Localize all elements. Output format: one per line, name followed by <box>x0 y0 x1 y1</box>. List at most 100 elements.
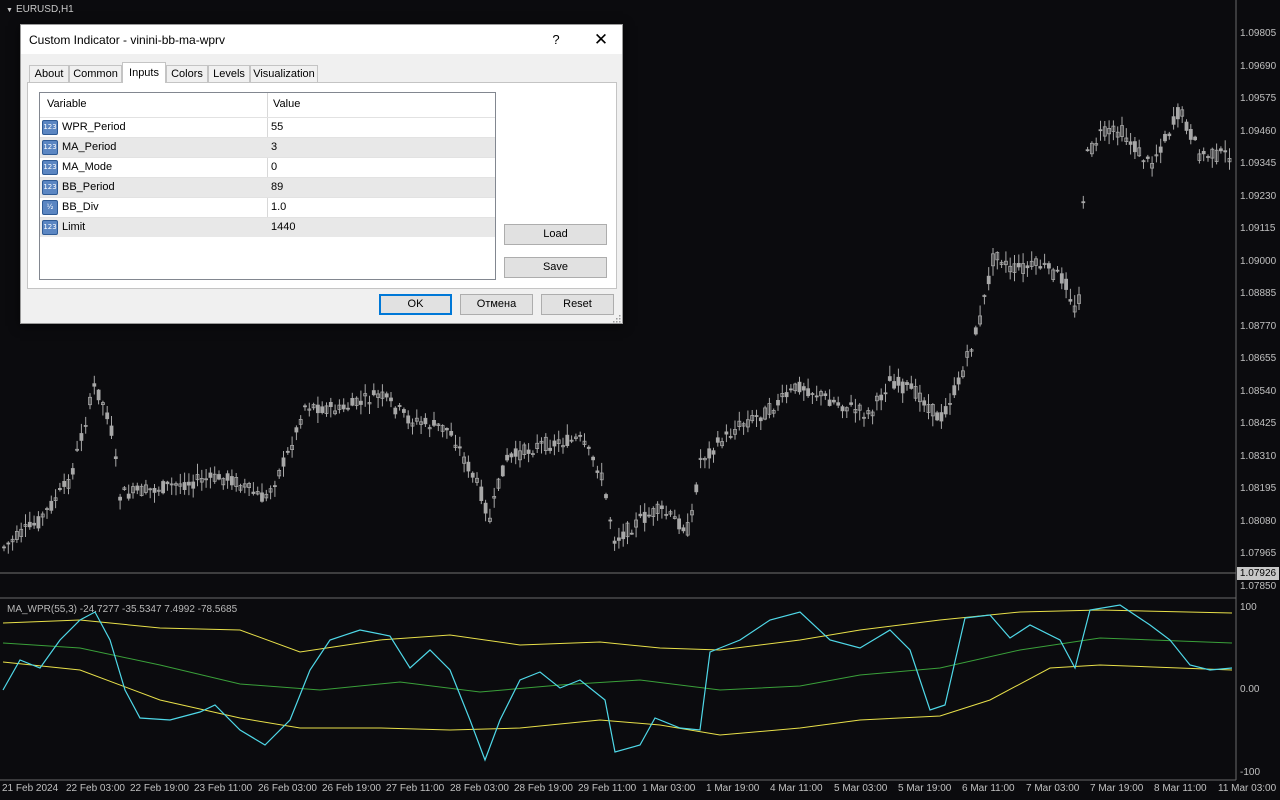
parameters-table: Variable Value 123 WPR_Period 55 123 MA_… <box>39 92 496 280</box>
candle-body <box>952 385 957 396</box>
param-row-bb-div[interactable]: ½ BB_Div 1.0 <box>40 197 495 217</box>
tab-common[interactable]: Common <box>69 65 122 82</box>
candle-body <box>285 450 290 453</box>
dialog-titlebar[interactable]: Custom Indicator - vinini-bb-ma-wprv ? ✕ <box>21 25 622 54</box>
candle-body <box>457 446 462 449</box>
candle-body <box>346 407 350 410</box>
column-header-variable[interactable]: Variable <box>47 93 87 115</box>
candle-body <box>707 448 712 459</box>
param-value[interactable]: 1440 <box>271 218 295 237</box>
candle-body <box>96 389 101 401</box>
candle-body <box>105 412 110 420</box>
param-value[interactable]: 1.0 <box>271 198 286 217</box>
time-tick-label: 21 Feb 2024 <box>2 783 59 794</box>
price-tick-label: 1.09460 <box>1240 125 1277 137</box>
param-row-bb-period[interactable]: 123 BB_Period 89 <box>40 177 495 197</box>
save-button[interactable]: Save <box>504 257 607 278</box>
price-tick-label: 1.07850 <box>1240 580 1277 592</box>
candle-body <box>836 402 841 406</box>
candle-body <box>1206 156 1210 158</box>
candle-body <box>943 406 948 415</box>
candle-body <box>449 430 454 436</box>
column-header-value[interactable]: Value <box>273 93 300 115</box>
candle-body <box>552 440 557 447</box>
param-name: MA_Period <box>62 141 117 153</box>
candle-body <box>1176 107 1180 120</box>
cancel-button[interactable]: Отмена <box>460 294 533 315</box>
candle-body <box>638 513 643 517</box>
candle-body <box>784 392 789 398</box>
help-button[interactable]: ? <box>541 29 571 51</box>
candle-body <box>1047 263 1051 269</box>
double-icon: ½ <box>42 200 58 215</box>
candle-body <box>251 491 256 494</box>
param-row-limit[interactable]: 123 Limit 1440 <box>40 217 495 237</box>
time-tick-label: 5 Mar 19:00 <box>898 783 952 794</box>
candle-body <box>432 419 436 426</box>
candle-body <box>328 401 333 407</box>
candle-body <box>109 425 114 436</box>
param-name: Limit <box>62 221 86 233</box>
candle-body <box>905 382 909 385</box>
candle-body <box>152 487 157 493</box>
candle-body <box>1059 273 1064 284</box>
candle-body <box>1158 146 1163 153</box>
candle-body <box>483 502 488 514</box>
reset-button[interactable]: Reset <box>541 294 614 315</box>
time-tick-label: 28 Feb 03:00 <box>450 783 509 794</box>
time-tick-label: 7 Mar 03:00 <box>1026 783 1080 794</box>
price-tick-label: 1.09805 <box>1240 28 1277 39</box>
time-tick-label: 27 Feb 11:00 <box>386 783 445 794</box>
current-price-tag: 1.07926 <box>1237 567 1279 580</box>
candle-body <box>371 390 376 396</box>
tab-visualization[interactable]: Visualization <box>250 65 318 82</box>
candle-body <box>900 381 905 394</box>
candle-body <box>776 399 780 406</box>
param-value[interactable]: 3 <box>271 138 277 157</box>
candle-body <box>617 537 621 541</box>
indicator-tick-label: -100 <box>1240 767 1261 778</box>
custom-indicator-dialog: Custom Indicator - vinini-bb-ma-wprv ? ✕… <box>20 24 623 324</box>
candle-body <box>389 397 393 402</box>
candle-body <box>724 431 729 435</box>
candle-body <box>513 448 518 457</box>
caret-down-icon: ▼ <box>6 7 13 14</box>
candle-body <box>526 449 531 454</box>
candle-body <box>1128 141 1133 145</box>
tab-about[interactable]: About <box>29 65 69 82</box>
param-value[interactable]: 0 <box>271 158 277 177</box>
candle-body <box>849 402 853 405</box>
param-name: MA_Mode <box>62 161 113 173</box>
candle-body <box>208 472 213 478</box>
param-row-wpr-period[interactable]: 123 WPR_Period 55 <box>40 117 495 137</box>
resize-grip-icon[interactable] <box>611 313 621 323</box>
time-tick-label: 26 Feb 03:00 <box>258 783 317 794</box>
price-tick-label: 1.09230 <box>1240 190 1277 202</box>
price-tick-label: 1.08080 <box>1240 515 1277 527</box>
int-icon: 123 <box>42 160 58 175</box>
candle-body <box>58 487 62 490</box>
param-row-ma-period[interactable]: 123 MA_Period 3 <box>40 137 495 157</box>
candle-body <box>165 481 170 485</box>
close-button[interactable]: ✕ <box>586 29 616 51</box>
time-tick-label: 8 Mar 11:00 <box>1154 783 1207 794</box>
candle-body <box>505 454 510 461</box>
candle-body <box>797 381 802 393</box>
ok-button[interactable]: OK <box>379 294 452 315</box>
tab-levels[interactable]: Levels <box>208 65 250 82</box>
candle-body <box>612 540 617 544</box>
load-button[interactable]: Load <box>504 224 607 245</box>
tab-inputs[interactable]: Inputs <box>122 62 166 83</box>
price-tick-label: 1.09345 <box>1240 158 1277 169</box>
param-row-ma-mode[interactable]: 123 MA_Mode 0 <box>40 157 495 177</box>
param-value[interactable]: 55 <box>271 118 283 137</box>
candle-body <box>509 453 514 458</box>
terminal-window: ▼ EURUSD,H1 MA_WPR(55,3) -24.7277 -35.534… <box>0 0 1280 800</box>
indicator-tick-label: 100 <box>1240 602 1257 613</box>
param-value[interactable]: 89 <box>271 178 283 197</box>
tab-colors[interactable]: Colors <box>166 65 208 82</box>
candle-body <box>423 417 428 425</box>
candle-body <box>629 532 634 535</box>
candle-body <box>758 417 763 422</box>
time-tick-label: 6 Mar 11:00 <box>962 783 1015 794</box>
